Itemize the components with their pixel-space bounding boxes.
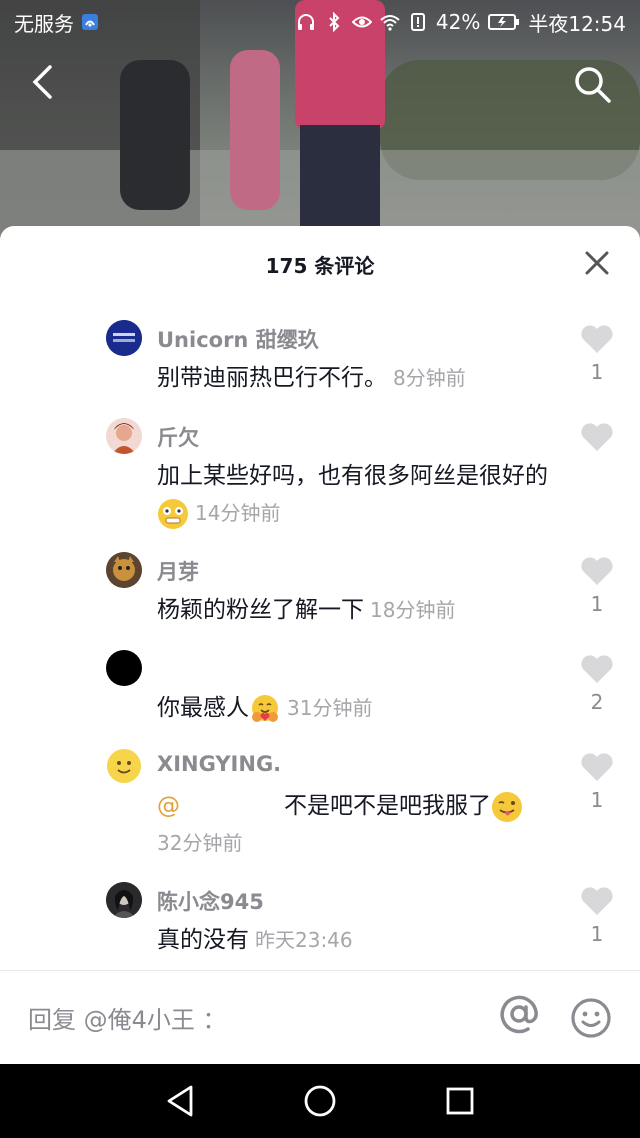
mention-button[interactable] (498, 993, 540, 1042)
close-button[interactable] (582, 248, 612, 278)
heart-icon (581, 753, 613, 781)
square-recents-icon (446, 1087, 474, 1115)
comment-author[interactable]: XINGYING. (157, 752, 281, 776)
heart-icon (581, 655, 613, 683)
avatar[interactable] (106, 552, 142, 588)
comment-body: 杨颖的粉丝了解一下 (157, 597, 364, 623)
like-button[interactable]: 1 (578, 556, 616, 616)
avatar[interactable] (106, 882, 142, 918)
mention-link[interactable]: @ (157, 793, 180, 819)
comment-time: 8分钟前 (393, 366, 466, 390)
emoji-picker-icon[interactable] (570, 997, 612, 1039)
comment-body: 别带迪丽热巴行不行。 (157, 365, 387, 391)
like-button[interactable]: 1 (578, 324, 616, 384)
heart-icon (581, 325, 613, 353)
avatar[interactable] (106, 650, 142, 686)
circle-home-icon (304, 1085, 336, 1117)
avatar[interactable] (106, 320, 142, 356)
at-sign-icon (500, 995, 538, 1034)
nav-back-button[interactable] (160, 1081, 200, 1121)
avatar[interactable] (106, 748, 142, 784)
signal-icon (80, 12, 100, 32)
like-count: 2 (590, 690, 604, 714)
comment-text: 真的没有 昨天23:46 (157, 922, 567, 959)
sim-alert-icon (408, 12, 428, 32)
avatar[interactable] (106, 418, 142, 454)
comment-body: 加上某些好吗，也有很多阿丝是很好的 (157, 463, 548, 489)
comment-time: 14分钟前 (195, 501, 281, 525)
comment-text: 别带迪丽热巴行不行。 8分钟前 (157, 360, 567, 397)
comment-body: 真的没有 (157, 927, 249, 953)
like-count: 1 (590, 360, 604, 384)
status-bar: 无服务 42% 半夜12:54 (0, 0, 640, 44)
search-button[interactable] (570, 62, 614, 106)
like-button[interactable]: 1 (578, 886, 616, 946)
comment-text: @ 不是吧不是吧我服了 32分钟前 (157, 788, 567, 862)
chevron-left-icon (32, 65, 52, 99)
nav-recents-button[interactable] (440, 1081, 480, 1121)
reply-bar[interactable]: 回复 @俺4小王 ： (0, 970, 640, 1064)
comment-author[interactable]: 斤欠 (157, 422, 199, 452)
comment-time: 31分钟前 (287, 696, 373, 720)
comment-author[interactable]: Unicorn 甜缨玖 (157, 324, 319, 354)
headphones-icon (296, 12, 316, 32)
carrier-label: 无服务 (14, 11, 74, 36)
comment-author[interactable]: 月芽 (157, 556, 199, 586)
reply-input[interactable]: 回复 @俺4小王 ： (28, 1000, 227, 1035)
nav-home-button[interactable] (300, 1081, 340, 1121)
like-count: 1 (590, 788, 604, 812)
grin-emoji-icon (158, 498, 188, 529)
wifi-icon (380, 12, 400, 32)
wink-tongue-emoji-icon (492, 791, 522, 822)
comment-text: 杨颖的粉丝了解一下 18分钟前 (157, 592, 567, 629)
hug-emoji-icon (252, 694, 278, 722)
like-count: 1 (590, 592, 604, 616)
comment-text: 加上某些好吗，也有很多阿丝是很好的 14分钟前 (157, 458, 567, 532)
system-navigation-bar (0, 1064, 640, 1138)
comment-time: 32分钟前 (157, 831, 243, 855)
triangle-back-icon (167, 1085, 193, 1117)
heart-icon (581, 423, 613, 451)
comment-sheet: 175 条评论 Unicorn 甜缨玖 别带迪丽热巴行不行。 8分钟前 1 斤欠 … (0, 226, 640, 1064)
battery-icon (488, 13, 520, 31)
like-count: 1 (590, 922, 604, 946)
heart-icon (581, 887, 613, 915)
clock: 半夜12:54 (528, 11, 626, 36)
search-icon (575, 67, 611, 103)
like-button[interactable]: 1 (578, 752, 616, 812)
bluetooth-icon (324, 12, 344, 32)
comment-body: 你最感人 (157, 695, 249, 721)
comment-body: 不是吧不是吧我服了 (284, 793, 491, 819)
comment-author[interactable]: 陈小念945 (157, 886, 264, 916)
comment-time: 18分钟前 (370, 598, 456, 622)
heart-icon (581, 557, 613, 585)
close-icon (585, 251, 609, 275)
battery-percent: 42% (435, 10, 481, 34)
back-button[interactable] (22, 62, 62, 102)
like-button[interactable] (578, 422, 616, 458)
comment-count-title: 175 条评论 (265, 253, 375, 278)
comment-time: 昨天23:46 (255, 928, 353, 952)
sheet-header: 175 条评论 (0, 226, 640, 302)
like-button[interactable]: 2 (578, 654, 616, 714)
comment-text: 你最感人 31分钟前 (157, 690, 567, 727)
eye-icon (351, 12, 372, 32)
